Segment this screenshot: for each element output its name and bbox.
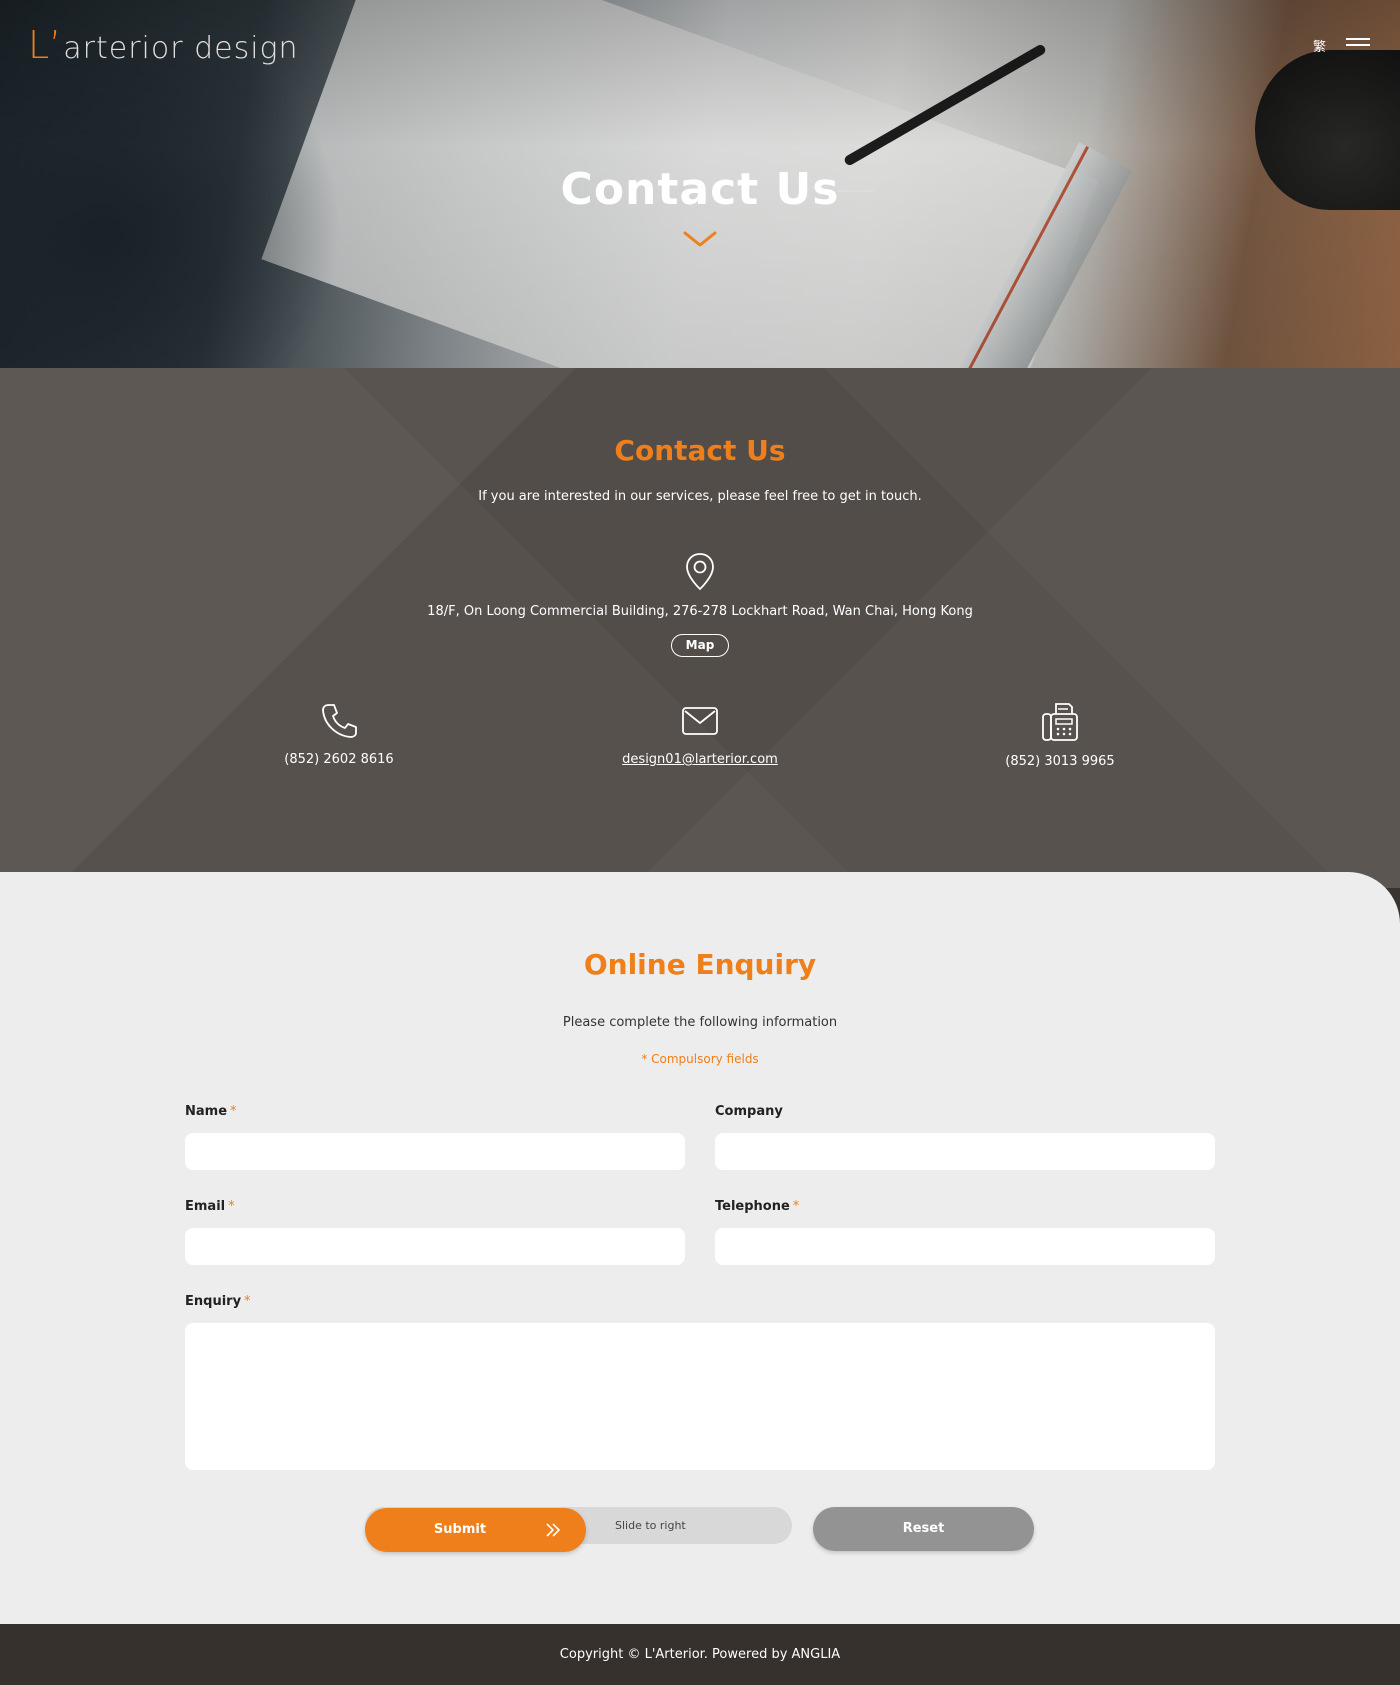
email-label: Email * xyxy=(185,1199,235,1214)
company-label: Company xyxy=(715,1104,783,1119)
enquiry-section: Online Enquiry Please complete the follo… xyxy=(0,872,1400,1624)
map-button[interactable]: Map xyxy=(671,634,729,657)
name-label: Name * xyxy=(185,1104,237,1119)
email-field[interactable] xyxy=(185,1228,685,1265)
hero-title: Contact Us xyxy=(560,164,840,215)
phone-item: (852) 2602 8616 xyxy=(189,702,489,767)
logo-text: arterior design xyxy=(63,31,299,66)
contact-title: Contact Us xyxy=(614,434,786,467)
hero-banner: L’ arterior design 繁 Contact Us xyxy=(0,0,1400,368)
logo-mark: L’ xyxy=(28,23,62,67)
site-logo[interactable]: L’ arterior design xyxy=(28,26,299,64)
telephone-label: Telephone * xyxy=(715,1199,800,1214)
copyright-text: Copyright © L'Arterior. Powered by ANGLI… xyxy=(559,1647,841,1662)
compulsory-note: * Compulsory fields xyxy=(641,1052,759,1066)
chevron-down-icon[interactable] xyxy=(683,230,717,248)
address-text: 18/F, On Loong Commercial Building, 276-… xyxy=(427,604,973,619)
fax-icon xyxy=(1042,703,1078,741)
envelope-icon xyxy=(682,707,718,735)
contact-section: Contact Us If you are interested in our … xyxy=(0,368,1400,888)
name-field[interactable] xyxy=(185,1133,685,1170)
title-dash-decoration xyxy=(838,190,874,192)
email-item: design01@larterior.com xyxy=(550,702,850,767)
company-field[interactable] xyxy=(715,1133,1215,1170)
enquiry-title: Online Enquiry xyxy=(583,948,817,981)
enquiry-textarea[interactable] xyxy=(185,1323,1215,1470)
footer: Copyright © L'Arterior. Powered by ANGLI… xyxy=(0,1624,1400,1685)
email-link[interactable]: design01@larterior.com xyxy=(622,752,778,767)
submit-slider-button[interactable]: Submit xyxy=(365,1508,586,1552)
menu-icon[interactable] xyxy=(1346,38,1370,50)
contact-subtitle: If you are interested in our services, p… xyxy=(478,489,922,504)
language-switch[interactable]: 繁 xyxy=(1313,36,1326,55)
enquiry-subtitle: Please complete the following informatio… xyxy=(562,1015,838,1030)
enquiry-label: Enquiry * xyxy=(185,1294,251,1309)
phone-icon xyxy=(322,704,357,738)
reset-button[interactable]: Reset xyxy=(813,1507,1034,1551)
phone-number[interactable]: (852) 2602 8616 xyxy=(284,752,393,767)
fax-item: (852) 3013 9965 xyxy=(910,702,1210,769)
telephone-field[interactable] xyxy=(715,1228,1215,1265)
fax-number: (852) 3013 9965 xyxy=(1005,754,1115,769)
location-pin-icon xyxy=(686,553,714,591)
double-chevron-right-icon xyxy=(546,1523,560,1537)
